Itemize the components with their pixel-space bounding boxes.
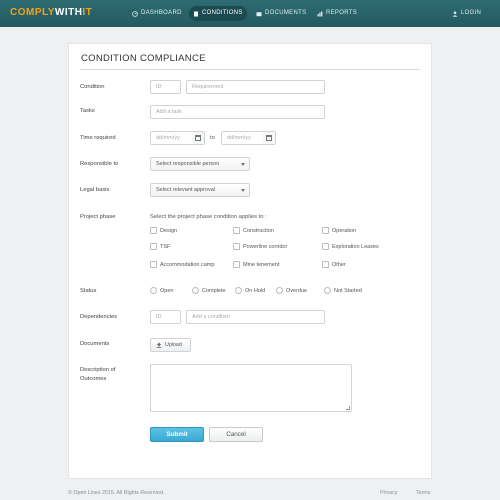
phase-checkbox-accommodation-camp[interactable] (150, 261, 157, 268)
condition-compliance-card: CONDITION COMPLIANCE Condition ID Requir… (68, 43, 432, 479)
logo-part-2: WITH (54, 7, 83, 18)
start-date-input[interactable]: dd/mm/yy (150, 131, 193, 145)
add-task-input[interactable]: Add a task (150, 105, 325, 119)
login-button[interactable]: LOGIN (448, 6, 485, 21)
description-textarea[interactable] (150, 364, 352, 412)
resize-handle-icon[interactable] (346, 406, 350, 410)
dependencies-label: Dependencies (80, 314, 118, 320)
legal-basis-select[interactable]: Select relevant approval (150, 183, 250, 197)
phase-option-label: TSF (160, 244, 171, 250)
folder-icon (256, 11, 262, 16)
project-phase-label: Project phase (80, 214, 116, 220)
dependency-id-input[interactable]: ID (150, 310, 181, 324)
select-value: Select responsible person (156, 161, 220, 167)
responsible-person-select[interactable]: Select responsible person (150, 157, 250, 171)
chevron-down-icon (241, 189, 245, 192)
status-option-label: Complete (202, 288, 226, 294)
nav-item-label: DASHBOARD (141, 10, 182, 16)
nav-item-label: CONDITIONS (202, 10, 243, 16)
status-label: Status (80, 288, 97, 294)
condition-label: Condition (80, 84, 105, 90)
phase-checkbox-exploration-leases[interactable] (322, 243, 329, 250)
bar-chart-icon (317, 11, 323, 16)
condition-id-input[interactable]: ID (150, 80, 181, 94)
chevron-down-icon (241, 163, 245, 166)
title-divider (80, 69, 420, 70)
end-date-input[interactable]: dd/mm/yy (221, 131, 264, 145)
login-label: LOGIN (461, 10, 482, 16)
status-radio-on-hold[interactable] (235, 287, 242, 294)
top-navigation-bar: COMPLYWITHIT DASHBOARD CONDITIONS DOCUME… (0, 0, 500, 27)
phase-checkbox-tsf[interactable] (150, 243, 157, 250)
legal-basis-label: Legal basis (80, 187, 110, 193)
requirement-input[interactable]: Requirement (186, 80, 325, 94)
phase-option-label: Accommodation camp (160, 262, 215, 268)
phase-checkbox-powerline-corridor[interactable] (233, 243, 240, 250)
calendar-icon (195, 135, 201, 141)
submit-button[interactable]: Submit (150, 427, 204, 442)
add-condition-input[interactable]: Add a condition (186, 310, 325, 324)
responsible-label: Responsible to (80, 161, 119, 167)
phase-option-label: Design (160, 228, 178, 234)
documents-label: Documents (80, 341, 110, 347)
nav-item-label: REPORTS (326, 10, 357, 16)
phase-option-label: Construction (243, 228, 274, 234)
phase-option-label: Powerline corridor (243, 244, 288, 250)
page-title: CONDITION COMPLIANCE (81, 53, 206, 64)
select-value: Select relevant approval (156, 187, 216, 193)
start-date-calendar-button[interactable] (192, 131, 205, 145)
status-option-label: Not Started (334, 288, 362, 294)
status-radio-not-started[interactable] (324, 287, 331, 294)
time-required-label: Time required (80, 135, 116, 141)
status-option-label: Overdue (286, 288, 308, 294)
upload-button[interactable]: Upload (150, 338, 191, 352)
end-date-calendar-button[interactable] (263, 131, 276, 145)
upload-label: Upload (165, 342, 182, 348)
nav-item-conditions[interactable]: CONDITIONS (189, 6, 247, 21)
phase-option-label: Exploration Leases (332, 244, 379, 250)
phase-checkbox-construction[interactable] (233, 227, 240, 234)
project-phase-hint: Select the project phase condition appli… (150, 214, 267, 220)
phase-checkbox-mine-tenement[interactable] (233, 261, 240, 268)
status-radio-open[interactable] (150, 287, 157, 294)
nav-item-documents[interactable]: DOCUMENTS (252, 6, 310, 21)
description-label-line2: Outcomes (80, 376, 107, 382)
to-label: to (210, 135, 215, 141)
phase-option-label: Operation (332, 228, 357, 234)
phase-checkbox-design[interactable] (150, 227, 157, 234)
status-radio-complete[interactable] (192, 287, 199, 294)
dashboard-icon (132, 10, 138, 17)
nav-item-reports[interactable]: REPORTS (313, 6, 361, 21)
phase-option-label: Other (332, 262, 346, 268)
footer-terms-link[interactable]: Terms (416, 490, 430, 496)
status-option-label: Open (160, 288, 174, 294)
nav-item-label: DOCUMENTS (265, 10, 307, 16)
phase-option-label: Mine tenement (243, 262, 280, 268)
nav-item-dashboard[interactable]: DASHBOARD (128, 6, 186, 21)
phase-checkbox-operation[interactable] (322, 227, 329, 234)
app-logo[interactable]: COMPLYWITHIT (10, 7, 92, 18)
footer-privacy-link[interactable]: Privacy (380, 490, 397, 496)
logo-part-1: COMPLY (10, 7, 55, 18)
upload-icon (156, 342, 162, 348)
user-icon (452, 11, 458, 17)
description-label-line1: Description of (80, 367, 116, 373)
status-radio-overdue[interactable] (276, 287, 283, 294)
tasks-label: Tasks (80, 108, 95, 114)
status-option-label: On Hold (245, 288, 266, 294)
cancel-button[interactable]: Cancel (209, 427, 263, 442)
phase-checkbox-other[interactable] (322, 261, 329, 268)
calendar-icon (266, 135, 272, 141)
document-icon (194, 11, 198, 16)
footer-copyright: © Open Lines 2015. All Rights Reserved. (68, 490, 165, 496)
logo-part-3: IT (82, 7, 93, 18)
